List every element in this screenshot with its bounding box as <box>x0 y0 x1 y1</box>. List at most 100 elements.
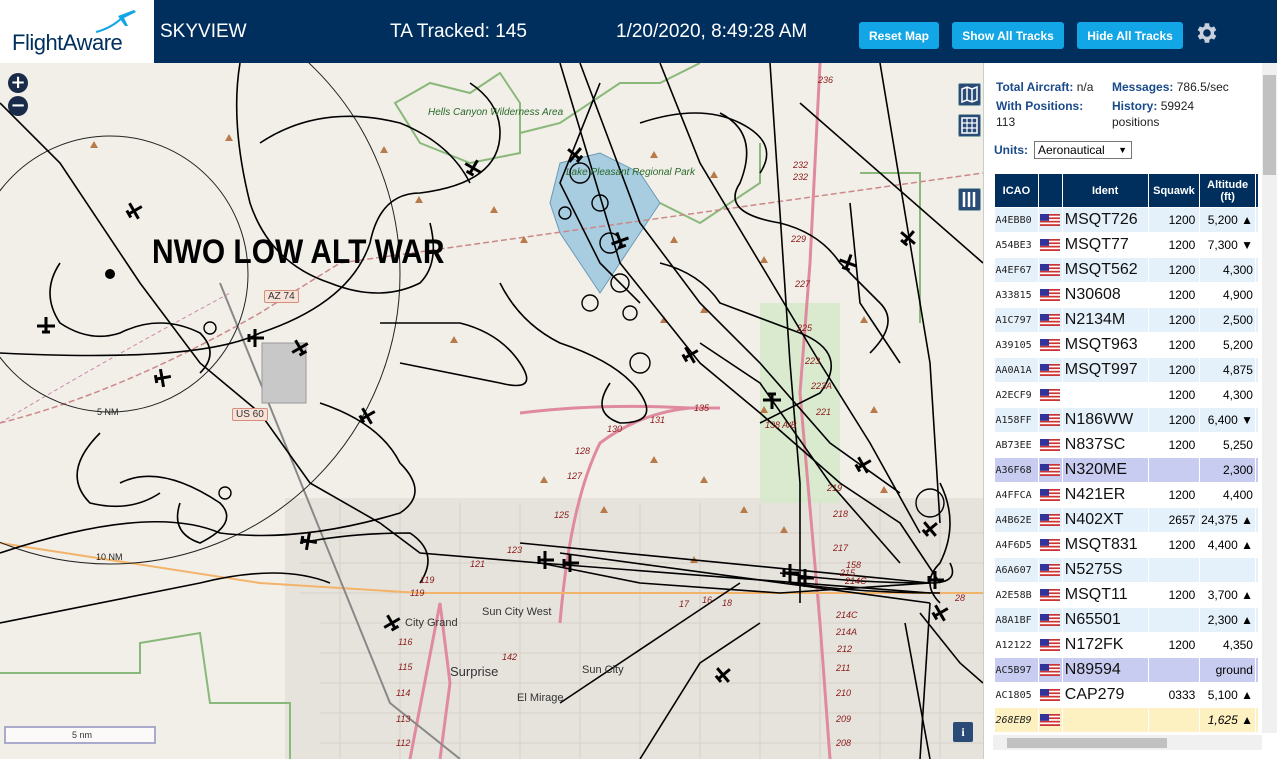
aircraft-marker[interactable] <box>37 317 55 334</box>
table-row[interactable]: A158FF N186WW 1200 6,400 ▼ <box>994 407 1259 433</box>
row-flag <box>1038 307 1063 333</box>
messages-value: 786.5/sec <box>1176 80 1229 94</box>
route-number: 142 <box>502 652 518 662</box>
aircraft-sidebar: Total Aircraft: n/a Messages: 786.5/sec … <box>983 63 1277 759</box>
info-button[interactable]: i <box>953 722 973 742</box>
table-row[interactable]: AB73EE N837SC 1200 5,250 <box>994 432 1259 458</box>
units-select[interactable]: Aeronautical ▼ <box>1034 141 1132 159</box>
col-ident[interactable]: Ident <box>1061 173 1149 208</box>
zoom-in-button[interactable]: + <box>8 73 28 93</box>
row-extra <box>1255 332 1259 358</box>
row-flag <box>1038 657 1063 683</box>
row-flag <box>1038 282 1063 308</box>
route-number: 119 <box>410 588 425 598</box>
table-row[interactable]: AC5B97 N89594 ground <box>994 657 1259 683</box>
us-flag-icon <box>1040 713 1061 726</box>
route-number: 112 <box>396 738 411 748</box>
columns-toggle-button[interactable] <box>958 188 981 211</box>
table-row[interactable]: A8A1BF N65501 2,300 ▲ <box>994 607 1259 633</box>
row-icao: A8A1BF <box>994 607 1039 633</box>
table-row[interactable]: A2E58B MSQT11 1200 3,700 ▲ <box>994 582 1259 608</box>
table-row[interactable]: A4EF67 MSQT562 1200 4,300 <box>994 257 1259 283</box>
table-row[interactable]: A4B62E N402XT 2657 24,375 ▲ <box>994 507 1259 533</box>
hide-all-tracks-button[interactable]: Hide All Tracks <box>1077 22 1183 49</box>
row-ident: N402XT <box>1062 507 1149 533</box>
row-extra <box>1255 532 1259 558</box>
vertical-scroll-thumb[interactable] <box>1263 75 1276 175</box>
row-squawk: 1200 <box>1148 382 1201 408</box>
row-squawk: 1200 <box>1148 407 1201 433</box>
row-altitude: 1,625 ▲ <box>1199 707 1256 733</box>
grid-toggle-button[interactable] <box>958 114 981 137</box>
aircraft-marker[interactable] <box>153 368 173 389</box>
aircraft-marker[interactable] <box>897 225 921 249</box>
route-number: 116 <box>398 637 413 647</box>
flightaware-logo[interactable]: FlightAware <box>0 0 154 63</box>
us-flag-icon <box>1040 463 1061 476</box>
zoom-out-button[interactable]: − <box>8 96 28 116</box>
messages-label: Messages: <box>1112 80 1174 94</box>
table-row[interactable]: A39105 MSQT963 1200 5,200 <box>994 332 1259 358</box>
us-flag-icon <box>1040 688 1061 701</box>
row-extra <box>1255 607 1259 633</box>
park-label-hells-canyon: Hells Canyon Wilderness Area <box>428 107 564 118</box>
us-flag-icon <box>1040 563 1061 576</box>
row-altitude: 4,900 <box>1199 282 1256 308</box>
aircraft-table: ICAO Ident Squawk Altitude (ft) A4EBB0 MS… <box>994 173 1259 743</box>
route-number: 28 <box>955 593 966 603</box>
table-row[interactable]: A4F6D5 MSQT831 1200 4,400 ▲ <box>994 532 1259 558</box>
row-ident <box>1062 382 1149 408</box>
route-number: 127 <box>567 471 583 481</box>
show-all-tracks-button[interactable]: Show All Tracks <box>952 22 1064 49</box>
map-overlay-title: NWO LOW ALT WAR <box>152 233 445 271</box>
table-row[interactable]: A6A607 N5275S <box>994 557 1259 583</box>
table-row[interactable]: A33815 N30608 1200 4,900 <box>994 282 1259 308</box>
table-row[interactable]: AA0A1A MSQT997 1200 4,875 <box>994 357 1259 383</box>
route-number: 130 <box>607 424 623 434</box>
us-flag-icon <box>1040 338 1061 351</box>
table-row[interactable]: A12122 N172FK 1200 4,350 <box>994 632 1259 658</box>
map-canvas[interactable]: NWO LOW ALT WAR 5 NM 10 NM Hells Canyon … <box>0 63 983 759</box>
table-row[interactable]: A4EBB0 MSQT726 1200 5,200 ▲ <box>994 207 1259 233</box>
row-altitude: 3,700 ▲ <box>1199 582 1256 608</box>
route-number: 115 <box>398 662 413 672</box>
route-number: 211 <box>836 663 851 673</box>
units-row: Units: <box>994 143 1028 157</box>
route-number: 214C <box>845 576 867 586</box>
row-icao: A39105 <box>994 332 1039 358</box>
row-altitude: 4,350 <box>1199 632 1256 658</box>
row-extra <box>1255 382 1259 408</box>
us-flag-icon <box>1040 238 1061 251</box>
table-row[interactable]: A1C797 N2134M 1200 2,500 <box>994 307 1259 333</box>
row-squawk: 1200 <box>1148 482 1201 508</box>
table-row[interactable]: A4FFCA N421ER 1200 4,400 <box>994 482 1259 508</box>
route-number: 131 <box>650 415 666 425</box>
table-row[interactable]: A2ECF9 1200 4,300 <box>994 382 1259 408</box>
row-icao: A36F68 <box>994 457 1039 483</box>
row-icao: A4EBB0 <box>994 207 1039 233</box>
col-altitude[interactable]: Altitude (ft) <box>1199 173 1256 208</box>
route-number: 221 <box>816 407 832 417</box>
col-flag[interactable] <box>1037 173 1063 208</box>
col-icao[interactable]: ICAO <box>994 173 1039 208</box>
map-layers-button[interactable] <box>958 83 981 106</box>
table-row[interactable]: A54BE3 MSQT77 1200 7,300 ▼ <box>994 232 1259 258</box>
col-extra <box>1254 173 1259 208</box>
reset-map-button[interactable]: Reset Map <box>859 22 939 49</box>
route-number: 16 <box>702 595 713 605</box>
gear-icon[interactable] <box>1193 20 1219 46</box>
col-squawk[interactable]: Squawk <box>1147 173 1201 208</box>
row-altitude: 2,300 ▲ <box>1199 607 1256 633</box>
row-extra <box>1255 257 1259 283</box>
row-extra <box>1255 457 1259 483</box>
skyview-app: FlightAware SKYVIEW TA Tracked: 145 1/20… <box>0 0 1277 759</box>
row-ident: MSQT963 <box>1062 332 1149 358</box>
us-flag-icon <box>1040 613 1061 626</box>
map-icon <box>961 85 978 104</box>
table-row[interactable]: AC1805 CAP279 0333 5,100 ▲ <box>994 682 1259 708</box>
aircraft-marker[interactable] <box>123 199 146 223</box>
table-row[interactable]: 268EB9 1,625 ▲ <box>994 707 1259 733</box>
table-row[interactable]: A36F68 N320ME 2,300 <box>994 457 1259 483</box>
row-altitude: 24,375 ▲ <box>1199 507 1256 533</box>
horizontal-scroll-thumb[interactable] <box>1007 738 1167 748</box>
